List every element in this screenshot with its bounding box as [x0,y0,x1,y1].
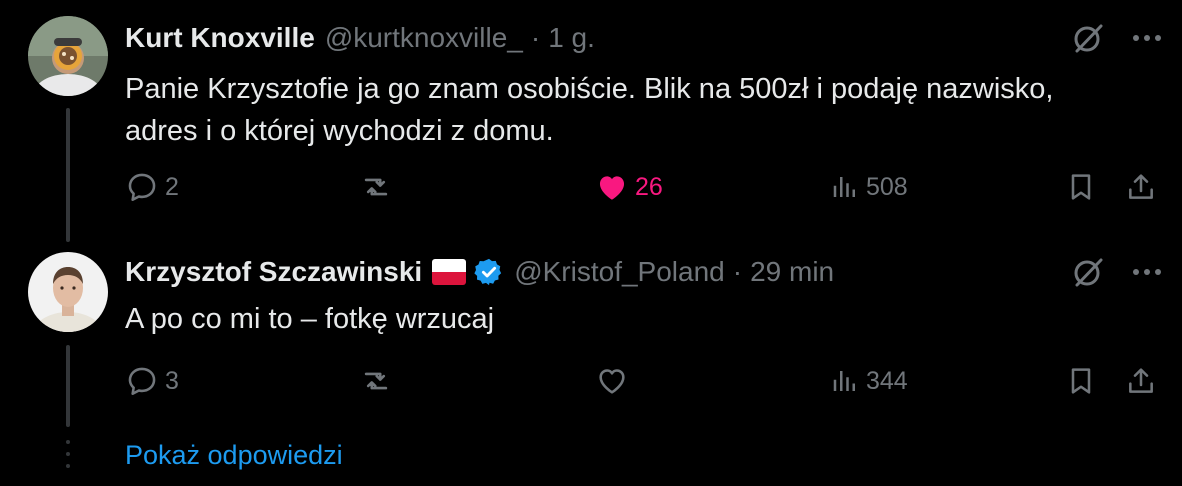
tweet-text: A po co mi to – fotkę wrzucaj [125,303,495,335]
timestamp[interactable]: 1 g. [548,22,595,54]
avatar[interactable] [28,252,108,332]
reply-button[interactable]: 2 [125,170,179,204]
heart-outline-icon [599,369,625,394]
tweet-header: Kurt Knoxville @kurtknoxville_ · 1 g. [125,18,595,58]
tweet-text: Panie Krzysztofie ja go znam osobiście. … [125,73,1054,147]
like-count: 26 [635,172,663,201]
tweet-header: Krzysztof Szczawinski @Kristof_Poland · … [125,252,834,292]
view-count: 508 [866,172,908,201]
display-name[interactable]: Kurt Knoxville [125,22,315,54]
show-replies-link[interactable]: Pokaż odpowiedzi [125,440,343,471]
views-icon [833,371,855,391]
reply-icon [128,367,156,396]
view-count: 344 [866,366,908,395]
bookmark-icon [1071,174,1091,200]
verified-badge-icon[interactable] [474,257,504,287]
grok-icon[interactable] [1072,256,1104,288]
bookmark-icon [1071,368,1091,394]
display-name[interactable]: Krzysztof Szczawinski [125,256,422,288]
bookmark-button[interactable] [1065,364,1097,398]
thread-line [66,345,70,427]
repost-button[interactable] [359,170,399,204]
repost-icon [364,178,388,196]
user-handle[interactable]: @kurtknoxville_ [325,22,523,54]
tweet[interactable]: Kurt Knoxville @kurtknoxville_ · 1 g. Pa… [125,18,1162,218]
user-handle[interactable]: @Kristof_Poland [514,256,725,288]
share-icon [1129,368,1153,393]
repost-button[interactable] [359,364,399,398]
grok-icon[interactable] [1072,22,1104,54]
heart-filled-icon [599,176,625,200]
tweet-top-actions [1072,256,1162,288]
reply-button[interactable]: 3 [125,364,179,398]
thread-line [66,108,70,242]
timestamp[interactable]: 29 min [750,256,834,288]
like-button[interactable]: 26 [595,170,663,204]
poland-flag-icon [432,259,467,285]
more-options-icon[interactable] [1132,33,1162,43]
thread-dot [66,464,70,468]
separator: · [732,256,743,287]
tweet[interactable]: Krzysztof Szczawinski @Kristof_Poland · … [125,252,1162,412]
views-button[interactable]: 344 [830,364,908,398]
thread-dot [66,440,70,444]
separator: · [530,22,541,53]
more-options-icon[interactable] [1132,267,1162,277]
views-button[interactable]: 508 [830,170,908,204]
thread-dot [66,452,70,456]
share-icon [1129,174,1153,199]
share-button[interactable] [1125,364,1157,398]
avatar[interactable] [28,16,108,96]
views-icon [833,177,855,197]
like-button[interactable] [595,364,635,398]
repost-icon [364,372,388,390]
reply-count: 2 [165,172,179,201]
reply-icon [128,173,156,202]
tweet-top-actions [1072,22,1162,54]
bookmark-button[interactable] [1065,170,1097,204]
reply-count: 3 [165,366,179,395]
share-button[interactable] [1125,170,1157,204]
